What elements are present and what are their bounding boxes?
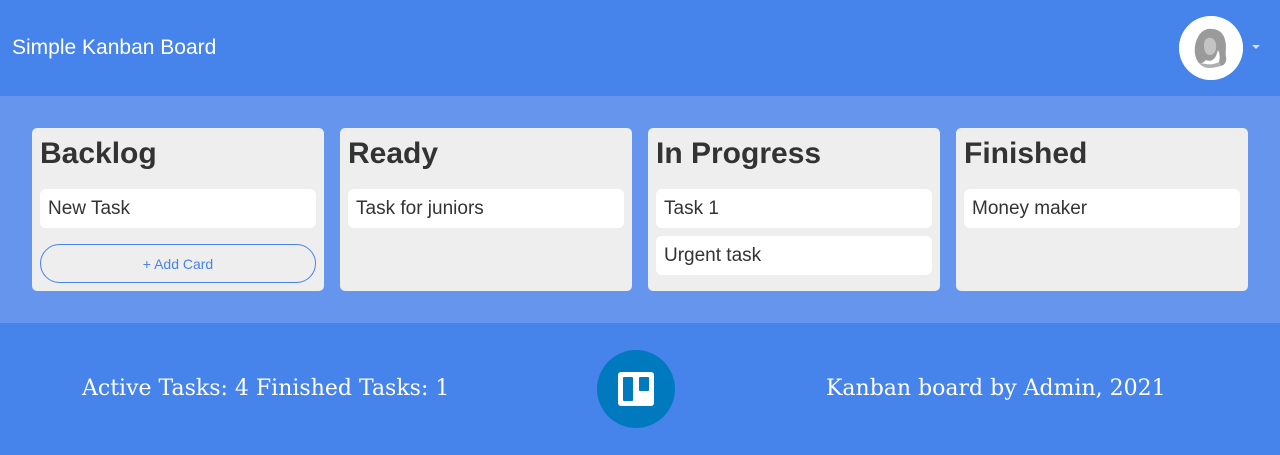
task-card[interactable]: Task 1 xyxy=(656,189,932,228)
column-backlog: Backlog New Task + Add Card xyxy=(32,128,324,291)
column-title: Ready xyxy=(348,137,439,170)
app-title: Simple Kanban Board xyxy=(12,36,217,59)
column-finished: Finished Money maker xyxy=(956,128,1248,291)
column-title: In Progress xyxy=(656,137,822,170)
caret-down-icon[interactable] xyxy=(1252,45,1260,49)
column-title: Backlog xyxy=(40,137,157,170)
task-card[interactable]: New Task xyxy=(40,189,316,228)
task-stats: Active Tasks: 4 Finished Tasks: 1 xyxy=(82,376,450,401)
column-title: Finished xyxy=(964,137,1088,170)
task-card[interactable]: Task for juniors xyxy=(348,189,624,228)
kanban-board: Backlog New Task + Add Card Ready Task f… xyxy=(0,96,1280,323)
trello-logo-icon xyxy=(597,350,675,428)
user-menu-toggle[interactable] xyxy=(1179,16,1269,80)
footer-credits: Kanban board by Admin, 2021 xyxy=(826,376,1166,401)
task-card[interactable]: Money maker xyxy=(964,189,1240,228)
column-ready: Ready Task for juniors xyxy=(340,128,632,291)
task-card[interactable]: Urgent task xyxy=(656,236,932,275)
add-card-button[interactable]: + Add Card xyxy=(40,244,316,283)
user-avatar-icon[interactable] xyxy=(1179,16,1243,80)
column-in-progress: In Progress Task 1 Urgent task xyxy=(648,128,940,291)
app-footer: Active Tasks: 4 Finished Tasks: 1 Kanban… xyxy=(0,323,1280,455)
app-header: Simple Kanban Board xyxy=(0,0,1280,96)
